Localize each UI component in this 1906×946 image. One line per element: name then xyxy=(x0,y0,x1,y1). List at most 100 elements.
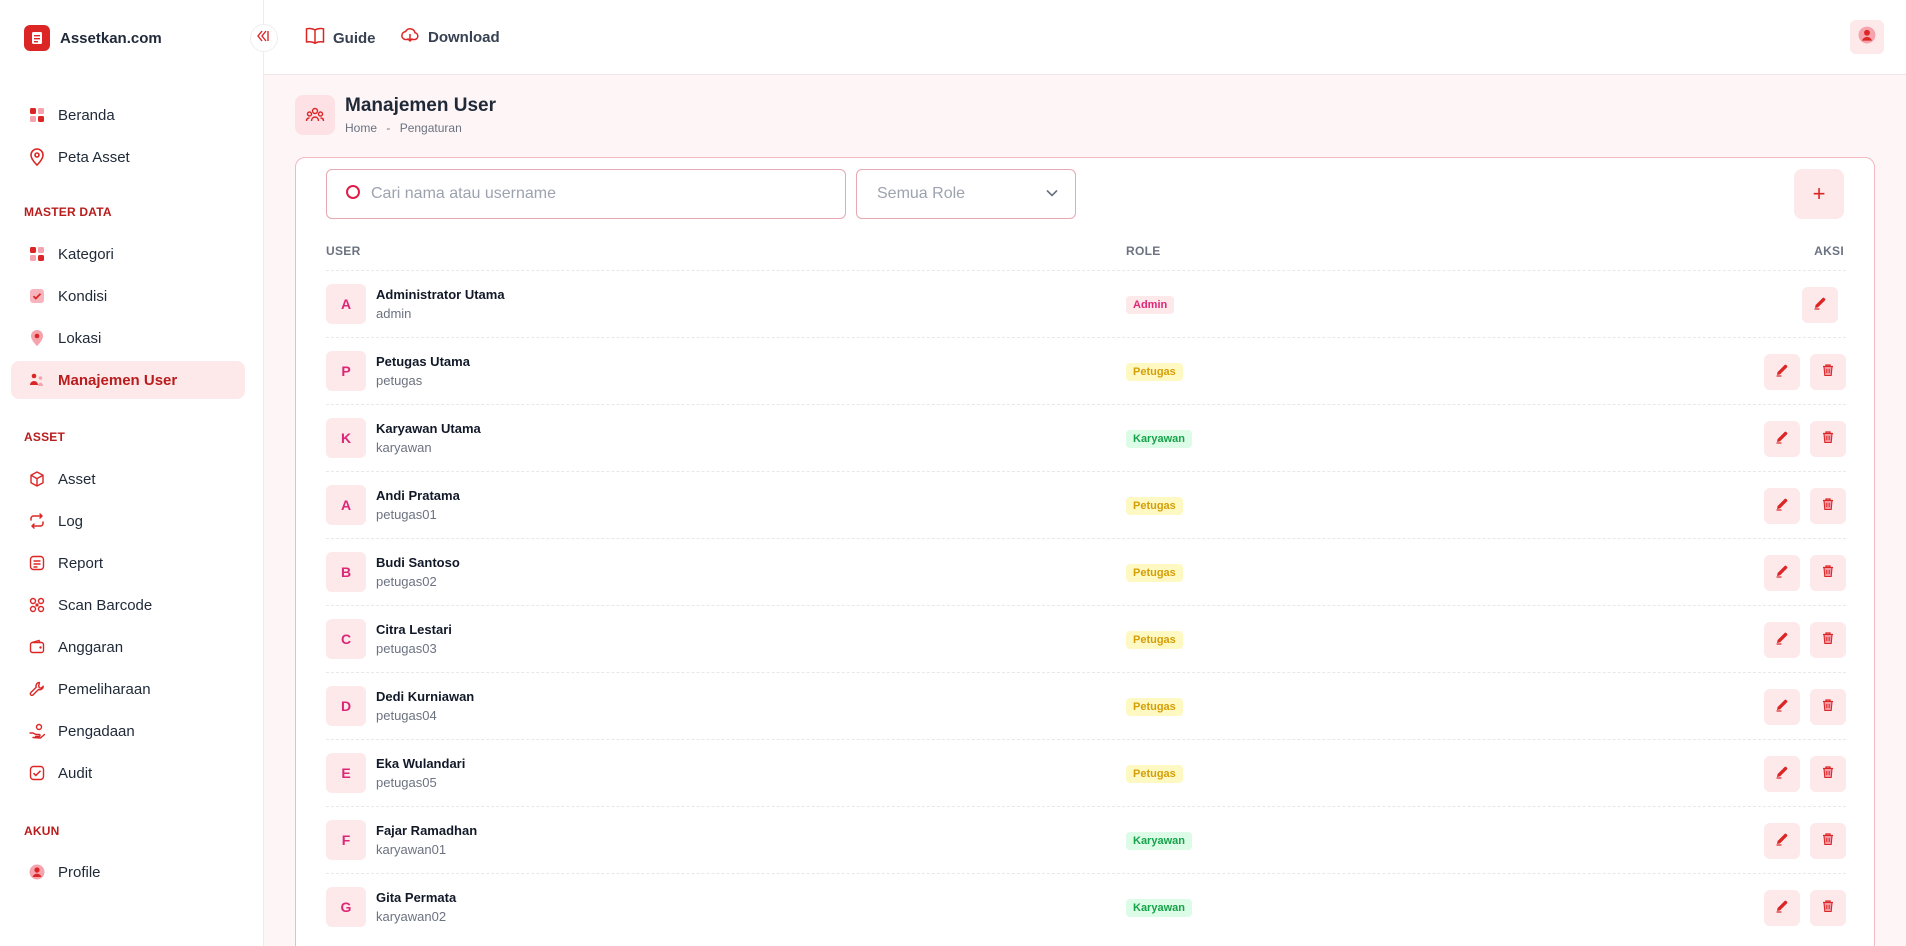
table-row: A Andi Pratama petugas01 Petugas xyxy=(326,471,1846,538)
sidebar-item-asset[interactable]: Asset xyxy=(11,460,245,498)
user-full-name: Karyawan Utama xyxy=(376,421,481,436)
user-username: petugas04 xyxy=(376,708,437,723)
sidebar-item-beranda[interactable]: Beranda xyxy=(11,96,245,134)
delete-button[interactable] xyxy=(1810,756,1846,792)
pencil-icon xyxy=(1775,363,1789,382)
search-box[interactable] xyxy=(326,169,846,219)
section-master-data: MASTER DATA xyxy=(24,205,112,219)
trash-icon xyxy=(1821,564,1835,583)
add-user-button[interactable]: + xyxy=(1794,169,1844,219)
sidebar-item-pengadaan[interactable]: Pengadaan xyxy=(11,712,245,750)
sidebar-item-label: Kondisi xyxy=(58,287,108,305)
sidebar-item-profile[interactable]: Profile xyxy=(11,853,245,891)
sidebar-item-anggaran[interactable]: Anggaran xyxy=(11,628,245,666)
section-akun: AKUN xyxy=(24,824,60,838)
guide-label: Guide xyxy=(333,29,376,47)
sidebar-item-kategori[interactable]: Kategori xyxy=(11,235,245,273)
role-badge: Karyawan xyxy=(1126,899,1192,917)
sidebar-item-label: Pemeliharaan xyxy=(58,680,151,698)
hand-coin-icon xyxy=(28,722,46,740)
breadcrumb: Home - Pengaturan xyxy=(345,121,496,135)
delete-button[interactable] xyxy=(1810,488,1846,524)
sidebar-item-peta-asset[interactable]: Peta Asset xyxy=(11,138,245,176)
sidebar-item-label: Lokasi xyxy=(58,329,102,347)
cloud-download-icon xyxy=(400,27,420,47)
role-badge: Petugas xyxy=(1126,698,1183,716)
search-input[interactable] xyxy=(371,185,811,203)
trash-icon xyxy=(1821,363,1835,382)
delete-button[interactable] xyxy=(1810,890,1846,926)
table-row: C Citra Lestari petugas03 Petugas xyxy=(326,605,1846,672)
sidebar-item-lokasi[interactable]: Lokasi xyxy=(11,319,245,357)
table-row: D Dedi Kurniawan petugas04 Petugas xyxy=(326,672,1846,739)
user-username: karyawan01 xyxy=(376,842,447,857)
delete-button[interactable] xyxy=(1810,689,1846,725)
report-icon xyxy=(28,554,46,572)
delete-button[interactable] xyxy=(1810,421,1846,457)
guide-link[interactable]: Guide xyxy=(305,27,376,49)
role-filter-select[interactable]: Semua Role xyxy=(856,169,1076,219)
sidebar-item-pemeliharaan[interactable]: Pemeliharaan xyxy=(11,670,245,708)
sidebar-item-label: Peta Asset xyxy=(58,148,130,166)
brand[interactable]: Assetkan.com xyxy=(24,25,162,51)
delete-button[interactable] xyxy=(1810,555,1846,591)
avatar-initial: E xyxy=(326,753,366,793)
trash-icon xyxy=(1821,899,1835,918)
pencil-icon xyxy=(1775,832,1789,851)
wrench-icon xyxy=(28,680,46,698)
edit-button[interactable] xyxy=(1764,421,1800,457)
trash-icon xyxy=(1821,631,1835,650)
trash-icon xyxy=(1821,497,1835,516)
breadcrumb-home[interactable]: Home xyxy=(345,121,377,135)
delete-button[interactable] xyxy=(1810,823,1846,859)
table-row: E Eka Wulandari petugas05 Petugas xyxy=(326,739,1846,806)
sidebar-item-manajemen-user[interactable]: Manajemen User xyxy=(11,361,245,399)
sidebar-item-label: Asset xyxy=(58,470,96,488)
sidebar-item-label: Anggaran xyxy=(58,638,124,656)
download-link[interactable]: Download xyxy=(400,27,500,47)
sidebar: Assetkan.com Beranda Peta Asset MASTER D… xyxy=(0,0,264,946)
role-filter-value: Semua Role xyxy=(877,185,966,202)
user-username: petugas02 xyxy=(376,574,437,589)
delete-button[interactable] xyxy=(1810,622,1846,658)
sidebar-item-kondisi[interactable]: Kondisi xyxy=(11,277,245,315)
edit-button[interactable] xyxy=(1764,689,1800,725)
table-row: P Petugas Utama petugas Petugas xyxy=(326,337,1846,404)
sidebar-collapse-button[interactable] xyxy=(250,24,278,52)
user-icon xyxy=(1858,26,1876,49)
audit-check-icon xyxy=(28,764,46,782)
sidebar-item-label: Beranda xyxy=(58,106,115,124)
sidebar-item-report[interactable]: Report xyxy=(11,544,245,582)
edit-button[interactable] xyxy=(1764,756,1800,792)
clipboard-icon xyxy=(24,25,50,51)
edit-button[interactable] xyxy=(1764,354,1800,390)
sidebar-item-label: Scan Barcode xyxy=(58,596,153,614)
pencil-icon xyxy=(1775,564,1789,583)
table-row: A Administrator Utama admin Admin xyxy=(326,270,1846,337)
cube-icon xyxy=(28,470,46,488)
edit-button[interactable] xyxy=(1764,823,1800,859)
barcode-scan-icon xyxy=(28,596,46,614)
main-content: Manajemen User Home - Pengaturan Semua R… xyxy=(264,75,1906,946)
edit-button[interactable] xyxy=(1764,555,1800,591)
trash-icon xyxy=(1821,765,1835,784)
download-label: Download xyxy=(428,28,500,46)
sidebar-item-log[interactable]: Log xyxy=(11,502,245,540)
edit-button[interactable] xyxy=(1764,488,1800,524)
sidebar-item-label: Kategori xyxy=(58,245,114,263)
delete-button[interactable] xyxy=(1810,354,1846,390)
user-full-name: Gita Permata xyxy=(376,890,457,905)
edit-button[interactable] xyxy=(1764,622,1800,658)
sidebar-item-audit[interactable]: Audit xyxy=(11,754,245,792)
edit-button[interactable] xyxy=(1802,287,1838,323)
user-menu-button[interactable] xyxy=(1850,20,1884,54)
trash-icon xyxy=(1821,832,1835,851)
user-full-name: Administrator Utama xyxy=(376,287,505,302)
edit-button[interactable] xyxy=(1764,890,1800,926)
user-username: petugas01 xyxy=(376,507,437,522)
avatar-initial: D xyxy=(326,686,366,726)
user-username: admin xyxy=(376,306,412,321)
role-badge: Petugas xyxy=(1126,363,1183,381)
sidebar-item-scan-barcode[interactable]: Scan Barcode xyxy=(11,586,245,624)
grid-icon xyxy=(28,106,46,124)
